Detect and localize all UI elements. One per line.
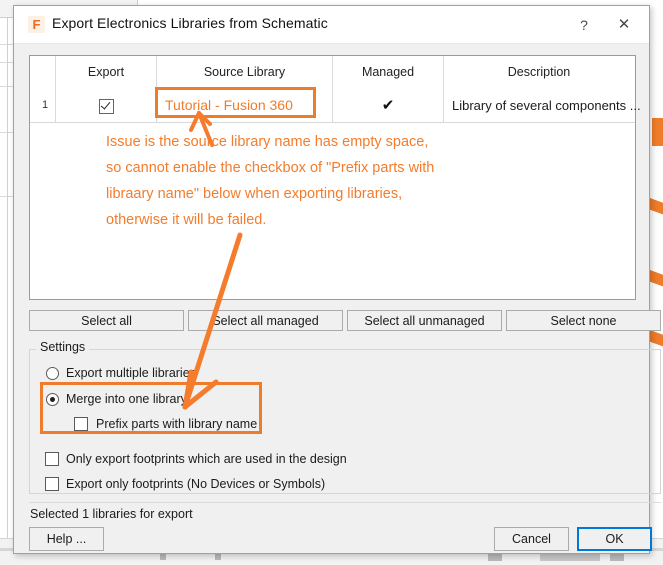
checkbox-only-footprints[interactable] bbox=[45, 477, 59, 491]
help-icon[interactable]: ? bbox=[567, 14, 601, 36]
column-header-description[interactable]: Description bbox=[444, 56, 634, 89]
checkbox-only-used-footprints-label[interactable]: Only export footprints which are used in… bbox=[66, 452, 347, 466]
checkbox-checked-icon bbox=[98, 99, 114, 115]
highlight-box-merge-group bbox=[40, 382, 262, 434]
column-header-export[interactable]: Export bbox=[56, 56, 156, 89]
column-divider bbox=[332, 56, 333, 89]
column-divider bbox=[443, 89, 444, 122]
export-checkbox[interactable] bbox=[56, 89, 156, 122]
select-all-unmanaged-button[interactable]: Select all unmanaged bbox=[347, 310, 502, 331]
column-divider bbox=[156, 56, 157, 89]
select-none-button[interactable]: Select none bbox=[506, 310, 661, 331]
cell-managed: ✔ bbox=[381, 97, 395, 114]
row-number: 1 bbox=[41, 99, 49, 111]
dialog-titlebar: F Export Electronics Libraries from Sche… bbox=[14, 6, 649, 44]
ok-button[interactable]: OK bbox=[577, 527, 652, 551]
radio-export-multiple[interactable] bbox=[46, 367, 59, 380]
radio-export-multiple-label[interactable]: Export multiple libraries bbox=[66, 366, 196, 380]
column-header-managed[interactable]: Managed bbox=[333, 56, 443, 89]
select-all-managed-button[interactable]: Select all managed bbox=[188, 310, 343, 331]
close-icon[interactable]: ✕ bbox=[607, 14, 641, 36]
column-divider bbox=[443, 56, 444, 89]
export-libraries-dialog: F Export Electronics Libraries from Sche… bbox=[13, 5, 661, 554]
table-row[interactable]: 1 Tutorial - Fusion 360 ✔ Library of sev… bbox=[30, 89, 641, 123]
cell-description: Library of several components ... bbox=[452, 98, 641, 113]
status-divider bbox=[29, 502, 661, 503]
column-divider bbox=[332, 89, 333, 122]
select-all-button[interactable]: Select all bbox=[29, 310, 184, 331]
column-divider bbox=[55, 89, 56, 122]
dialog-title: Export Electronics Libraries from Schema… bbox=[52, 15, 328, 31]
status-text: Selected 1 libraries for export bbox=[30, 507, 193, 521]
column-header-source-library[interactable]: Source Library bbox=[157, 56, 332, 89]
libraries-listbox[interactable]: Export Source Library Managed Descriptio… bbox=[29, 55, 641, 300]
checkbox-only-footprints-label[interactable]: Export only footprints (No Devices or Sy… bbox=[66, 477, 325, 491]
table-header-row: Export Source Library Managed Descriptio… bbox=[30, 56, 635, 90]
edge-annotation-mark bbox=[652, 118, 663, 146]
column-divider bbox=[55, 56, 56, 89]
help-button[interactable]: Help ... bbox=[29, 527, 104, 551]
settings-legend: Settings bbox=[36, 340, 90, 354]
background-divider bbox=[7, 18, 8, 538]
fusion-logo-icon: F bbox=[28, 16, 45, 33]
checkbox-only-used-footprints[interactable] bbox=[45, 452, 59, 466]
highlight-box-source-library bbox=[155, 87, 316, 118]
cancel-button[interactable]: Cancel bbox=[494, 527, 569, 551]
